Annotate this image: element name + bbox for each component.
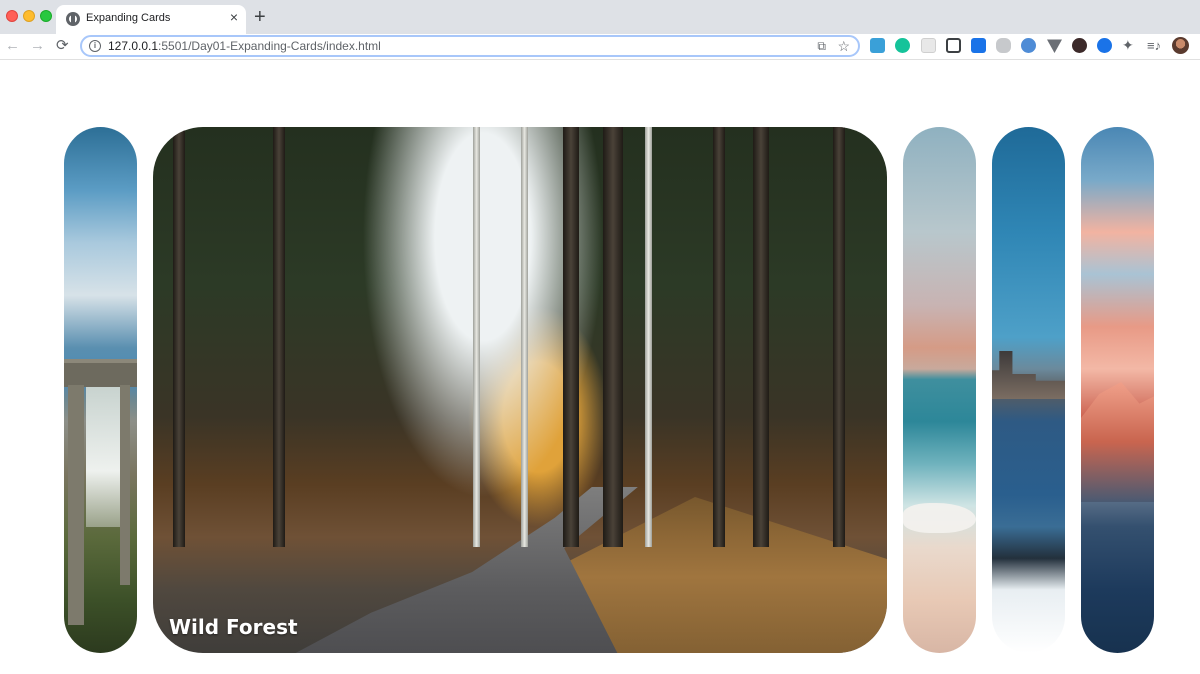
tree-trunk: [173, 127, 185, 547]
window-minimize-button[interactable]: [23, 10, 35, 22]
extensions-puzzle-icon[interactable]: ✦: [1122, 38, 1138, 53]
site-info-icon[interactable]: i: [89, 40, 101, 52]
url-text[interactable]: 127.0.0.1:5501/Day01-Expanding-Cards/ind…: [108, 39, 381, 53]
cliff-shape: [86, 387, 120, 527]
address-bar[interactable]: i 127.0.0.1:5501/Day01-Expanding-Cards/i…: [80, 35, 860, 57]
skyline-shape: [992, 351, 1065, 399]
card-beach[interactable]: [903, 127, 976, 653]
forward-arrow-icon[interactable]: →: [30, 35, 45, 57]
new-tab-button[interactable]: +: [254, 5, 266, 29]
extension-5-icon[interactable]: [971, 38, 986, 53]
bridge-pier-shape: [120, 385, 130, 585]
profile-avatar[interactable]: [1172, 37, 1189, 54]
card-city[interactable]: [992, 127, 1065, 653]
cast-icon[interactable]: ⧉: [817, 38, 826, 54]
tree-trunk: [273, 127, 285, 547]
reload-icon[interactable]: ⟳: [56, 35, 69, 57]
tree-trunk: [563, 127, 579, 547]
bridge-pier-shape: [68, 385, 84, 625]
tree-trunk: [713, 127, 725, 547]
extension-k-icon[interactable]: [1072, 38, 1087, 53]
tree-trunk: [473, 127, 480, 547]
extension-3-icon[interactable]: [921, 38, 936, 53]
window-close-button[interactable]: [6, 10, 18, 22]
browser-toolbar: ← → ⟳ i 127.0.0.1:5501/Day01-Expanding-C…: [0, 34, 1200, 60]
tab-title: Expanding Cards: [86, 12, 171, 24]
extension-6-icon[interactable]: [996, 38, 1011, 53]
reading-list-icon[interactable]: ≡♪: [1147, 38, 1165, 53]
browser-tab-strip: Expanding Cards × +: [0, 0, 1200, 34]
tree-trunk: [753, 127, 769, 547]
screenshot-icon[interactable]: [946, 38, 961, 53]
back-arrow-icon[interactable]: ←: [5, 35, 20, 57]
card-mountain[interactable]: [1081, 127, 1154, 653]
card-title: Wild Forest: [169, 615, 298, 639]
window-maximize-button[interactable]: [40, 10, 52, 22]
grammarly-icon[interactable]: [895, 38, 910, 53]
cards-container: Wild Forest: [64, 127, 1154, 653]
extension-7-icon[interactable]: [1021, 38, 1036, 53]
globe-icon: [66, 12, 80, 26]
extension-10-icon[interactable]: [1097, 38, 1112, 53]
tree-trunk: [603, 127, 623, 547]
tab-close-icon[interactable]: ×: [230, 9, 238, 25]
wave-foam-shape: [903, 503, 976, 533]
card-forest[interactable]: Wild Forest: [153, 127, 887, 653]
card-bridge[interactable]: [64, 127, 137, 653]
tree-trunk: [521, 127, 528, 547]
extension-1-icon[interactable]: [870, 38, 885, 53]
mountain-peak-shape: [1081, 382, 1154, 502]
url-host: 127.0.0.1: [108, 39, 159, 53]
tree-trunk: [645, 127, 652, 547]
bookmark-star-icon[interactable]: ☆: [837, 38, 850, 54]
bridge-deck-shape: [64, 359, 137, 387]
tree-trunk: [833, 127, 845, 547]
browser-tab[interactable]: Expanding Cards ×: [56, 5, 246, 34]
url-path: :5501/Day01-Expanding-Cards/index.html: [158, 39, 381, 53]
